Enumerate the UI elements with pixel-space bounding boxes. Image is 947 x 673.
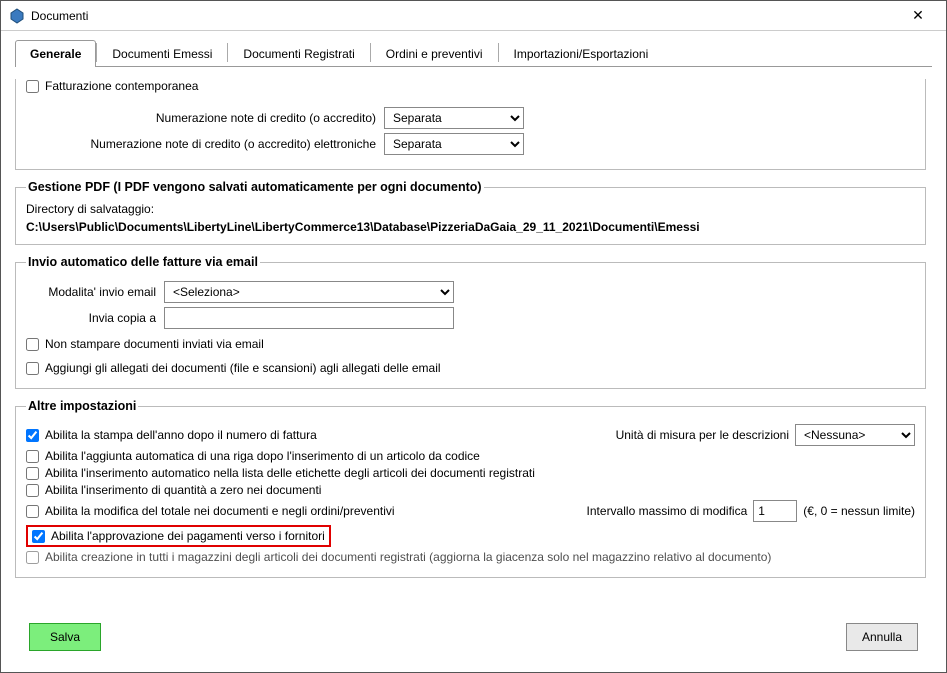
- numerazione-group: Fatturazione contemporanea Numerazione n…: [15, 79, 926, 170]
- chk-approvazione-fornitori-label: Abilita l'approvazione dei pagamenti ver…: [51, 529, 325, 543]
- save-button[interactable]: Salva: [29, 623, 101, 651]
- directory-label: Directory di salvataggio:: [26, 202, 915, 216]
- tab-ordini-preventivi[interactable]: Ordini e preventivi: [371, 40, 498, 67]
- non-stampare-checkbox[interactable]: [26, 338, 39, 351]
- chk-quantita-zero-label: Abilita l'inserimento di quantità a zero…: [45, 483, 321, 497]
- intervallo-hint: (€, 0 = nessun limite): [803, 504, 915, 518]
- directory-value: C:\Users\Public\Documents\LibertyLine\Li…: [26, 220, 915, 234]
- chk-inserimento-etichette-label: Abilita l'inserimento automatico nella l…: [45, 466, 535, 480]
- chk-modifica-totale-label: Abilita la modifica del totale nei docum…: [45, 504, 395, 518]
- note-credito-elettr-label: Numerazione note di credito (o accredito…: [26, 137, 376, 151]
- note-credito-elettr-select[interactable]: Separata: [384, 133, 524, 155]
- chk-stampa-anno[interactable]: [26, 429, 39, 442]
- intervallo-input[interactable]: [753, 500, 797, 522]
- tab-importazioni-esportazioni[interactable]: Importazioni/Esportazioni: [499, 40, 664, 67]
- chk-aggiunta-riga[interactable]: [26, 450, 39, 463]
- scroll-area[interactable]: Fatturazione contemporanea Numerazione n…: [15, 67, 932, 613]
- gestione-pdf-legend: Gestione PDF (I PDF vengono salvati auto…: [26, 180, 484, 194]
- copia-input[interactable]: [164, 307, 454, 329]
- altre-legend: Altre impostazioni: [26, 399, 138, 413]
- copia-label: Invia copia a: [26, 311, 156, 325]
- intervallo-label: Intervallo massimo di modifica: [587, 504, 748, 518]
- non-stampare-label: Non stampare documenti inviati via email: [45, 337, 264, 351]
- tab-generale[interactable]: Generale: [15, 40, 96, 67]
- highlight-approvazione: Abilita l'approvazione dei pagamenti ver…: [26, 525, 331, 547]
- titlebar: Documenti ✕: [1, 1, 946, 31]
- invio-email-group: Invio automatico delle fatture via email…: [15, 255, 926, 389]
- modalita-label: Modalita' invio email: [26, 285, 156, 299]
- altre-group: Altre impostazioni Abilita la stampa del…: [15, 399, 926, 578]
- app-icon: [9, 8, 25, 24]
- tab-documenti-emessi[interactable]: Documenti Emessi: [97, 40, 227, 67]
- aggiungi-allegati-label: Aggiungi gli allegati dei documenti (fil…: [45, 361, 441, 375]
- chk-modifica-totale[interactable]: [26, 505, 39, 518]
- fatturazione-contemporanea-checkbox[interactable]: [26, 80, 39, 93]
- close-button[interactable]: ✕: [898, 2, 938, 30]
- chk-creazione-magazzini[interactable]: [26, 551, 39, 564]
- fatturazione-contemporanea-label: Fatturazione contemporanea: [45, 79, 198, 93]
- close-icon: ✕: [912, 7, 924, 24]
- unita-misura-label: Unità di misura per le descrizioni: [616, 428, 789, 442]
- invio-email-legend: Invio automatico delle fatture via email: [26, 255, 260, 269]
- chk-quantita-zero[interactable]: [26, 484, 39, 497]
- chk-stampa-anno-label: Abilita la stampa dell'anno dopo il nume…: [45, 428, 317, 442]
- tabs: Generale Documenti Emessi Documenti Regi…: [15, 39, 932, 67]
- chk-inserimento-etichette[interactable]: [26, 467, 39, 480]
- cancel-button[interactable]: Annulla: [846, 623, 918, 651]
- chk-approvazione-fornitori[interactable]: [32, 530, 45, 543]
- aggiungi-allegati-checkbox[interactable]: [26, 362, 39, 375]
- modalita-select[interactable]: <Seleziona>: [164, 281, 454, 303]
- note-credito-label: Numerazione note di credito (o accredito…: [26, 111, 376, 125]
- gestione-pdf-group: Gestione PDF (I PDF vengono salvati auto…: [15, 180, 926, 245]
- note-credito-select[interactable]: Separata: [384, 107, 524, 129]
- unita-misura-select[interactable]: <Nessuna>: [795, 424, 915, 446]
- tab-documenti-registrati[interactable]: Documenti Registrati: [228, 40, 369, 67]
- window-title: Documenti: [31, 9, 898, 23]
- footer: Salva Annulla: [15, 613, 932, 661]
- chk-aggiunta-riga-label: Abilita l'aggiunta automatica di una rig…: [45, 449, 480, 463]
- chk-creazione-magazzini-label: Abilita creazione in tutti i magazzini d…: [45, 550, 771, 564]
